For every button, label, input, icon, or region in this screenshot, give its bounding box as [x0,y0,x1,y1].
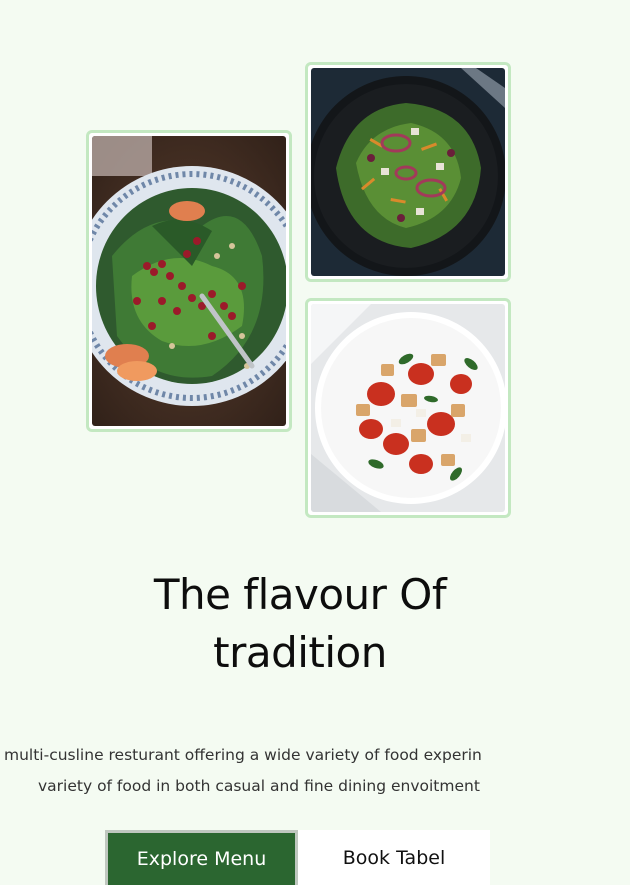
explore-menu-button[interactable]: Explore Menu [105,830,298,885]
hero-description: multi-cusline resturant offering a wide … [4,740,630,802]
hero-title-line2: tradition [213,628,387,677]
salad-photo-bottom-right [305,298,511,518]
hero-title-line1: The flavour Of [153,570,447,619]
hero-description-line1: multi-cusline resturant offering a wide … [4,746,482,764]
food-gallery [0,0,630,540]
pomegranate-salad-image [92,136,286,426]
hero-description-line2: variety of food in both casual and fine … [38,777,480,795]
dark-plate-salad-image [311,68,505,276]
hero-title: The flavour Of tradition [0,566,600,682]
book-table-button[interactable]: Book Tabel [298,830,490,885]
salad-photo-left [86,130,292,432]
tomato-salad-image [311,304,505,512]
salad-photo-top-right [305,62,511,282]
